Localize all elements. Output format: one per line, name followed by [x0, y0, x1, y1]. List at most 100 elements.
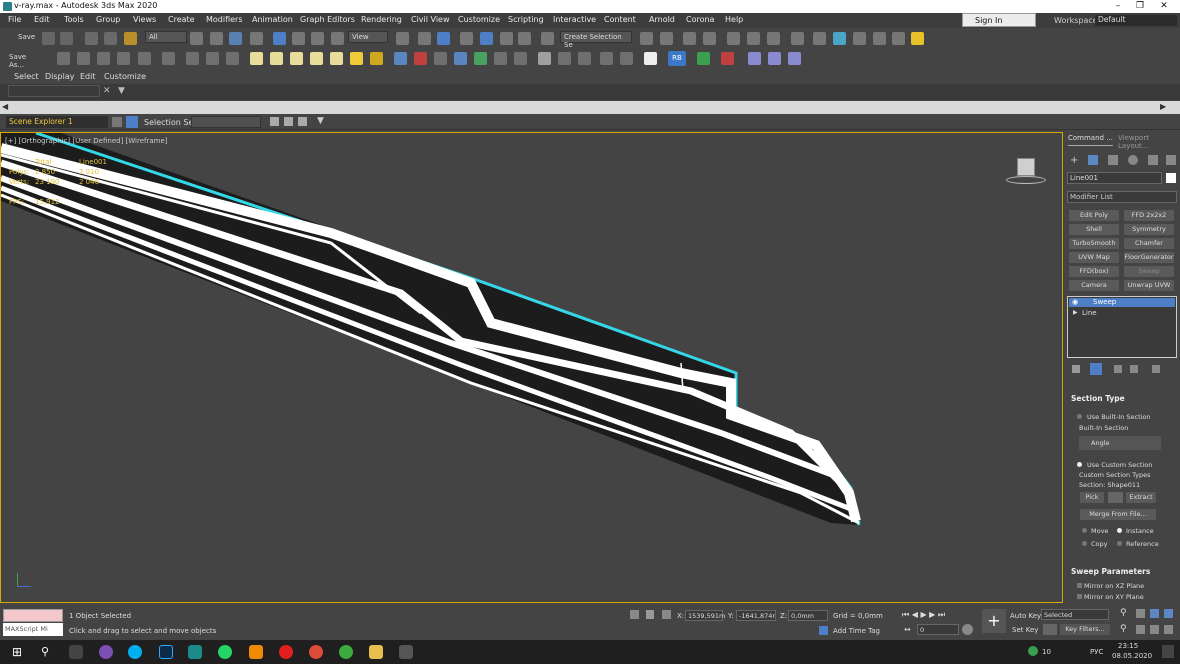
selection-filter-dropdown[interactable]: All: [145, 31, 187, 43]
clock-time[interactable]: 23:15: [1118, 642, 1138, 650]
uv-icon[interactable]: [748, 52, 761, 65]
sun-icon[interactable]: [162, 52, 175, 65]
texture-icon[interactable]: [788, 52, 801, 65]
menu-content[interactable]: Content: [604, 15, 636, 24]
vlc-icon[interactable]: [249, 645, 263, 659]
windows-start-icon[interactable]: ⊞: [10, 645, 24, 659]
snaps-toggle-icon[interactable]: [460, 32, 473, 45]
bulb-icon[interactable]: [370, 52, 383, 65]
isolate-icon[interactable]: [630, 610, 639, 619]
z-coordinate-field[interactable]: 0,0mm: [788, 610, 828, 621]
cursor-icon[interactable]: [644, 52, 657, 65]
modifier-button-turbosmooth[interactable]: TurboSmooth: [1069, 238, 1119, 249]
left-arrow-icon[interactable]: ◀: [2, 102, 8, 111]
funnel-icon[interactable]: ▼: [118, 86, 125, 96]
reference-coord-dropdown[interactable]: View: [348, 31, 388, 43]
key-mode-icon[interactable]: ↔: [904, 625, 911, 634]
selected-key-dropdown[interactable]: Selected: [1041, 609, 1109, 620]
expand-icon[interactable]: ▶: [1073, 309, 1078, 316]
menu-rendering[interactable]: Rendering: [361, 15, 402, 24]
chrome-icon[interactable]: [309, 645, 323, 659]
merge-from-file-button[interactable]: Merge From File...: [1080, 509, 1156, 520]
bind-space-warp-icon[interactable]: [124, 32, 137, 45]
render-cloud-icon[interactable]: [873, 32, 886, 45]
y-coordinate-field[interactable]: -1641,874r: [736, 610, 776, 621]
scene-explorer-dropdown[interactable]: Scene Explorer 1: [6, 116, 108, 128]
named-selection-dropdown[interactable]: Create Selection Se: [560, 31, 632, 49]
tray-status-icon[interactable]: [1028, 646, 1038, 656]
modifier-button-sweep[interactable]: Sweep: [1124, 266, 1174, 277]
material-editor-icon[interactable]: [767, 32, 780, 45]
proxy-icon[interactable]: [494, 52, 507, 65]
menu-customize[interactable]: Customize: [458, 15, 500, 24]
object-color-swatch[interactable]: [1166, 173, 1176, 183]
right-arrow-icon[interactable]: ▶: [1160, 102, 1166, 111]
goto-end-icon[interactable]: ⏭: [938, 610, 945, 619]
remove-modifier-icon[interactable]: [1130, 365, 1138, 373]
plane-icon[interactable]: [250, 52, 263, 65]
menu-select[interactable]: Select: [14, 72, 39, 81]
key-filters-button[interactable]: Key Filters...: [1060, 624, 1110, 635]
sun-light-icon[interactable]: [350, 52, 363, 65]
curve-editor-icon[interactable]: [727, 32, 740, 45]
menu-file[interactable]: File: [8, 15, 21, 24]
help-icon[interactable]: [620, 52, 633, 65]
file-explorer-icon[interactable]: [369, 645, 383, 659]
unwrap-icon[interactable]: [768, 52, 781, 65]
layers-icon[interactable]: [112, 117, 122, 127]
place-icon[interactable]: [331, 32, 344, 45]
clear-icon[interactable]: ✕: [103, 86, 111, 96]
configure-sets-icon[interactable]: [1152, 365, 1160, 373]
box-icon[interactable]: [97, 52, 110, 65]
menu-interactive[interactable]: Interactive: [553, 15, 596, 24]
rb-button[interactable]: RB: [668, 51, 686, 66]
menu-civil-view[interactable]: Civil View: [411, 15, 450, 24]
maximize-button[interactable]: ❐: [1128, 0, 1152, 13]
ball-icon[interactable]: [538, 52, 551, 65]
goto-start-icon[interactable]: ⏮: [902, 610, 909, 619]
fur-icon[interactable]: [514, 52, 527, 65]
viber-icon[interactable]: [99, 645, 113, 659]
section-type-rollout[interactable]: Section Type: [1071, 394, 1125, 403]
maxscript-listener[interactable]: [3, 609, 63, 622]
tab-command[interactable]: Command ...: [1068, 134, 1113, 146]
hierarchy-tab-icon[interactable]: [1108, 155, 1118, 165]
whatsapp-icon[interactable]: [218, 645, 232, 659]
menu-tools[interactable]: Tools: [64, 15, 84, 24]
copy-radio[interactable]: [1082, 541, 1087, 546]
utilities-icon[interactable]: [1166, 155, 1176, 165]
undo-icon[interactable]: [42, 32, 55, 45]
orbit-icon[interactable]: [1150, 625, 1159, 634]
move-radio[interactable]: [1082, 528, 1087, 533]
key-icon[interactable]: [1043, 624, 1057, 635]
unlink-icon[interactable]: [104, 32, 117, 45]
instance-radio[interactable]: [1117, 528, 1122, 533]
edit-named-sets-icon[interactable]: [541, 32, 554, 45]
ribbon-icon[interactable]: [703, 32, 716, 45]
modifier-button-uvw-map[interactable]: UVW Map: [1069, 252, 1119, 263]
opera-icon[interactable]: [279, 645, 293, 659]
stack-item-line[interactable]: ▶ Line: [1069, 309, 1175, 318]
motion-icon[interactable]: [1128, 155, 1138, 165]
language-indicator[interactable]: РУС: [1090, 648, 1103, 656]
lock-icon[interactable]: [646, 610, 654, 619]
play-icon[interactable]: ▶: [920, 610, 926, 619]
select-by-name-icon[interactable]: [210, 32, 223, 45]
add-time-tag-button[interactable]: Add Time Tag: [833, 627, 880, 635]
pivot-icon[interactable]: [396, 32, 409, 45]
mirror-xz-checkbox[interactable]: [1077, 583, 1082, 588]
modifier-button-floorgenerator[interactable]: FloorGenerator: [1124, 252, 1174, 263]
menu-customize-sub[interactable]: Customize: [104, 72, 146, 81]
menu-group[interactable]: Group: [96, 15, 120, 24]
tab-viewport-layout[interactable]: Viewport Layout...: [1118, 134, 1180, 150]
show-end-result-icon[interactable]: [1090, 363, 1102, 375]
geometry-icon[interactable]: [186, 52, 199, 65]
render-region-icon[interactable]: [721, 52, 734, 65]
modifier-button-chamfer[interactable]: Chamfer: [1124, 238, 1174, 249]
render-iterative-icon[interactable]: [853, 32, 866, 45]
notifications-icon[interactable]: [1162, 645, 1174, 658]
window-icon[interactable]: [117, 52, 130, 65]
task-view-icon[interactable]: [69, 645, 83, 659]
rotate-icon[interactable]: [292, 32, 305, 45]
layer-explorer-icon[interactable]: [683, 32, 696, 45]
